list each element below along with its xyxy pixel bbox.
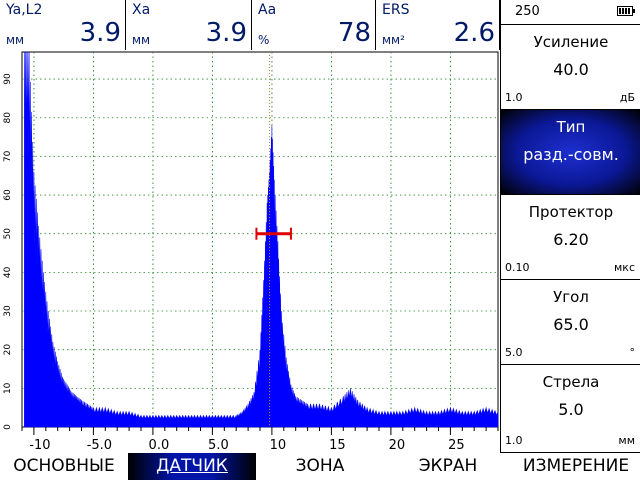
- x-tick-label: 5.0: [208, 438, 229, 453]
- param-ugol[interactable]: Угол 65.0 5.0 °: [501, 280, 640, 365]
- readout-unit: мм²: [382, 33, 405, 47]
- readout-aa: Aa % 78: [252, 0, 376, 50]
- param-min: 1.0: [505, 91, 523, 104]
- readout-value: 2.6: [453, 18, 495, 48]
- menu-tab-bar: ОСНОВНЫЕ ДАТЧИК ЗОНА ЭКРАН ИЗМЕРЕНИЕ: [0, 453, 640, 480]
- y-tick-label: 30: [3, 305, 13, 317]
- tab-osnovnye[interactable]: ОСНОВНЫЕ: [0, 453, 128, 480]
- y-tick-label: 50: [3, 228, 13, 240]
- y-tick-label: 0: [3, 424, 13, 430]
- readout-xa: Xa мм 3.9: [126, 0, 252, 50]
- param-title: Тип: [556, 118, 586, 136]
- readout-label: Xa: [132, 2, 151, 18]
- tab-ekran[interactable]: ЭКРАН: [384, 453, 512, 480]
- param-min: 1.0: [505, 434, 523, 447]
- param-title: Угол: [553, 288, 589, 306]
- x-tick-label: 10: [270, 438, 287, 453]
- param-value: 5.0: [558, 400, 584, 419]
- readout-unit: %: [258, 33, 270, 47]
- y-tick-label: 20: [3, 344, 13, 356]
- x-tick-label: 0.0: [149, 438, 170, 453]
- y-tick-label: 70: [3, 150, 13, 162]
- param-unit: мм: [618, 434, 635, 447]
- param-value: 65.0: [553, 315, 589, 334]
- param-strela[interactable]: Стрела 5.0 1.0 мм: [501, 365, 640, 453]
- tab-datchik[interactable]: ДАТЧИК: [128, 453, 256, 480]
- status-row: 250: [501, 0, 640, 25]
- x-tick-label: -5.0: [87, 438, 112, 453]
- readout-value: 3.9: [79, 18, 121, 48]
- y-tick-label: 10: [3, 382, 13, 394]
- y-tick-label: 90: [3, 73, 13, 85]
- y-tick-label: 80: [3, 112, 13, 124]
- param-unit: мкс: [614, 261, 635, 274]
- param-title: Усиление: [533, 33, 609, 51]
- readout-ers: ERS мм² 2.6: [376, 0, 500, 50]
- param-value: 6.20: [553, 230, 589, 249]
- tab-label: ОСНОВНЫЕ: [13, 456, 115, 476]
- readout-label: Ya,L2: [6, 2, 43, 18]
- param-title: Стрела: [542, 373, 600, 391]
- param-usilenie[interactable]: Усиление 40.0 1.0 дБ: [501, 25, 640, 110]
- param-unit: °: [629, 346, 636, 359]
- readout-value: 3.9: [205, 18, 247, 48]
- battery-value: 250: [515, 4, 540, 19]
- x-tick-label: -10: [29, 438, 50, 453]
- tab-label: ЗОНА: [295, 456, 345, 476]
- param-protektor[interactable]: Протектор 6.20 0.10 мкс: [501, 195, 640, 280]
- a-scan-svg: 0 10 20 30 40 50 60 70 80 90 -10 -5.0 0.0 5.0 10 15 20 25: [3, 51, 499, 453]
- y-tick-label: 60: [3, 189, 13, 201]
- readout-label: Aa: [258, 2, 277, 18]
- readout-unit: мм: [132, 33, 151, 47]
- y-tick-label: 40: [3, 266, 13, 278]
- readout-bar: Ya,L2 мм 3.9 Xa мм 3.9 Aa % 78 ERS мм² 2…: [0, 0, 500, 50]
- readout-label: ERS: [382, 2, 410, 18]
- readout-unit: мм: [6, 33, 25, 47]
- a-scan-plot[interactable]: 0 10 20 30 40 50 60 70 80 90 -10 -5.0 0.0 5.0 10 15 20 25: [0, 50, 500, 453]
- tab-label: ДАТЧИК: [156, 456, 228, 476]
- tab-izmerenie[interactable]: ИЗМЕРЕНИЕ: [512, 453, 640, 480]
- param-min: 5.0: [505, 346, 523, 359]
- readout-value: 78: [337, 18, 371, 48]
- readout-ya-l2: Ya,L2 мм 3.9: [0, 0, 126, 50]
- param-min: 0.10: [505, 261, 530, 274]
- x-tick-label: 25: [448, 438, 465, 453]
- x-tick-label: 15: [329, 438, 346, 453]
- tab-label: ЭКРАН: [418, 456, 478, 476]
- x-tick-label: 20: [389, 438, 406, 453]
- tab-label: ИЗМЕРЕНИЕ: [522, 456, 630, 476]
- tab-zona[interactable]: ЗОНА: [256, 453, 384, 480]
- parameter-panel: 250 Усиление 40.0 1.0 дБ Тип разд.-совм. Проте…: [500, 0, 640, 453]
- param-value: 40.0: [553, 60, 589, 79]
- param-title: Протектор: [528, 203, 614, 221]
- battery-icon: [617, 6, 635, 16]
- param-unit: дБ: [619, 91, 635, 104]
- param-tip[interactable]: Тип разд.-совм.: [501, 110, 640, 195]
- battery-fill: [619, 8, 631, 14]
- param-value: разд.-совм.: [523, 145, 619, 164]
